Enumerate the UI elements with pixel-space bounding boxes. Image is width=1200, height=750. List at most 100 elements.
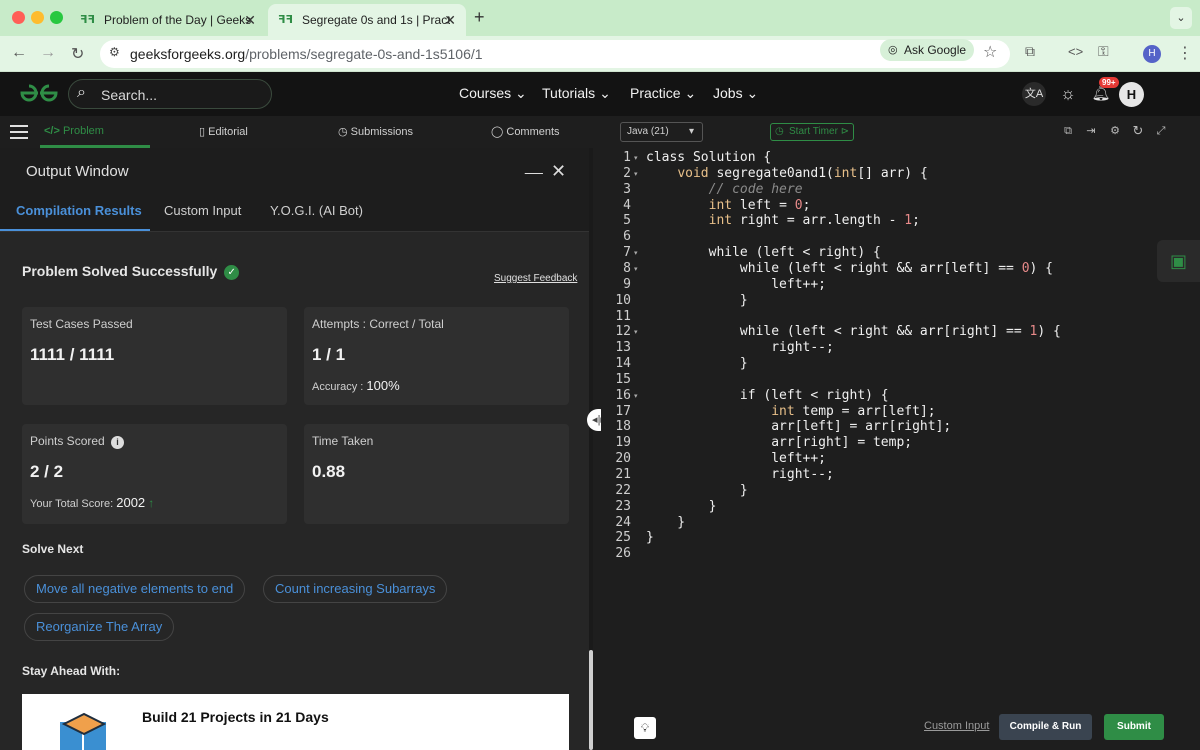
gfg-logo[interactable] (18, 82, 60, 110)
suggest-feedback-link[interactable]: Suggest Feedback (494, 273, 577, 284)
code-line[interactable]: // code here (646, 182, 803, 197)
tab-compilation-results[interactable]: Compilation Results (16, 203, 142, 218)
chat-icon[interactable]: ▣ (1157, 240, 1200, 282)
code-line[interactable]: left++; (646, 451, 826, 466)
line-number: 8 (623, 260, 631, 276)
back-arrow-icon[interactable]: ← (11, 44, 27, 62)
upload-icon[interactable]: ⇥ (1084, 124, 1098, 138)
stay-ahead-heading: Stay Ahead With: (22, 664, 121, 678)
custom-input-link[interactable]: Custom Input (924, 720, 989, 732)
line-number: 23 (615, 498, 631, 514)
tab-problem[interactable]: </> Problem (44, 125, 104, 137)
code-line[interactable]: right--; (646, 467, 834, 482)
lightbulb-icon[interactable]: 💡︎ (634, 717, 656, 739)
browser-tab-active[interactable]: ꟻꟻ Segregate 0s and 1s | Practice | Geek… (268, 4, 466, 36)
code-area[interactable]: class Solution { void segregate0and1(int… (643, 148, 1200, 722)
code-line[interactable]: } (646, 499, 717, 514)
reload-icon[interactable]: ↻ (71, 44, 84, 64)
code-line[interactable]: class Solution { (646, 150, 771, 165)
site-info-icon[interactable]: ⚙ (109, 45, 120, 59)
code-line[interactable]: int temp = arr[left]; (646, 404, 935, 419)
fold-arrow-icon[interactable]: ▾ (634, 392, 638, 400)
info-icon[interactable]: i (111, 436, 125, 449)
hamburger-menu-icon[interactable] (10, 125, 28, 139)
nav-jobs[interactable]: Jobs ⌄ (713, 85, 758, 102)
start-timer-button[interactable]: ◷ Start Timer ⊳ (770, 123, 855, 141)
user-avatar[interactable]: H (1119, 82, 1144, 107)
code-line[interactable]: } (646, 356, 748, 371)
fold-arrow-icon[interactable]: ▾ (634, 154, 638, 162)
code-line[interactable]: while (left < right && arr[right] == 1) … (646, 324, 1061, 339)
browser-toolbar: ← → ↻ ⚙ geeksforgeeks.org/problems/segre… (0, 36, 1200, 72)
nav-practice[interactable]: Practice ⌄ (630, 85, 696, 102)
devtools-code-icon[interactable]: <> (1068, 44, 1083, 59)
tab-submissions[interactable]: ◷ Submissions (338, 125, 413, 138)
code-line[interactable]: while (left < right && arr[left] == 0) { (646, 261, 1053, 276)
tab-custom-input[interactable]: Custom Input (164, 203, 241, 218)
code-line[interactable]: arr[right] = temp; (646, 435, 912, 450)
forward-arrow-icon[interactable]: → (40, 44, 56, 62)
total-score-row: Your Total Score: 2002 ↑ (30, 495, 154, 510)
chevron-down-icon: ⌄ (746, 85, 759, 101)
solve-next-link[interactable]: Move all negative elements to end (24, 575, 246, 603)
code-line[interactable]: if (left < right) { (646, 388, 889, 403)
language-select[interactable]: Java (21) ▾ (620, 122, 703, 142)
tab-yogi-bot[interactable]: Y.O.G.I. (AI Bot) (270, 203, 363, 218)
compile-run-button[interactable]: Compile & Run (999, 714, 1092, 740)
code-line[interactable]: arr[left] = arr[right]; (646, 419, 951, 434)
maximize-window-button[interactable] (50, 11, 63, 24)
theme-sun-icon[interactable]: ☼ (1056, 82, 1080, 106)
code-line[interactable]: left++; (646, 277, 826, 292)
password-key-icon[interactable]: ⚿ (1098, 43, 1109, 60)
solve-next-link[interactable]: Reorganize The Array (24, 613, 175, 641)
submit-button[interactable]: Submit (1104, 714, 1164, 740)
code-line[interactable]: } (646, 483, 748, 498)
tab-search-chevron-icon[interactable]: ⌄ (1170, 7, 1192, 29)
code-line[interactable]: while (left < right) { (646, 245, 881, 260)
fold-arrow-icon[interactable]: ▾ (634, 170, 638, 178)
fold-arrow-icon[interactable]: ▾ (634, 249, 638, 257)
translate-icon[interactable]: 文A (1022, 82, 1046, 106)
line-number: 12 (615, 324, 631, 340)
search-input[interactable]: ⌕ Search... (68, 79, 272, 109)
code-line[interactable]: } (646, 293, 748, 308)
settings-gear-icon[interactable]: ⚙ (1108, 124, 1122, 138)
code-line[interactable]: } (646, 515, 685, 530)
bookmark-star-icon[interactable]: ☆ (983, 42, 997, 62)
copy-icon[interactable]: ⧉ (1061, 124, 1075, 138)
profile-avatar[interactable]: H (1143, 45, 1161, 63)
new-tab-button[interactable]: + (474, 7, 485, 28)
close-tab-icon[interactable]: ✕ (444, 12, 456, 29)
browser-menu-icon[interactable]: ⋮ (1177, 43, 1193, 63)
nav-courses[interactable]: Courses ⌄ (459, 85, 527, 102)
code-line[interactable]: right--; (646, 340, 834, 355)
solve-next-link[interactable]: Count increasing Subarrays (263, 575, 448, 603)
reset-icon[interactable]: ↻ (1131, 124, 1145, 138)
minimize-output-icon[interactable]: __ (525, 158, 543, 176)
fold-arrow-icon[interactable]: ▾ (634, 328, 638, 336)
extensions-icon[interactable]: ⧉ (1025, 43, 1035, 60)
fold-arrow-icon[interactable]: ▾ (634, 265, 638, 273)
line-number: 16 (615, 387, 631, 403)
fullscreen-icon[interactable]: ⤢ (1154, 124, 1168, 138)
close-window-button[interactable] (12, 11, 25, 24)
tab-comments[interactable]: ◯ Comments (491, 125, 560, 138)
browser-tab-potd[interactable]: ꟻꟻ Problem of the Day | GeeksforGeeks ✕ (70, 4, 266, 36)
code-line[interactable]: } (646, 530, 654, 545)
address-bar[interactable]: ⚙ geeksforgeeks.org/problems/segregate-0… (100, 40, 1010, 68)
time-label: Time Taken (312, 434, 374, 448)
ask-google-button[interactable]: ◎ Ask Google (880, 39, 975, 61)
google-lens-icon: ◎ (888, 44, 898, 56)
panel-splitter[interactable] (593, 116, 601, 750)
total-score-value: 2002 (116, 495, 146, 510)
promo-banner[interactable]: Build 21 Projects in 21 Days (22, 694, 569, 750)
minimize-window-button[interactable] (31, 11, 44, 24)
close-output-icon[interactable]: ✕ (551, 161, 566, 182)
close-tab-icon[interactable]: ✕ (244, 12, 256, 29)
nav-tutorials[interactable]: Tutorials ⌄ (542, 85, 611, 102)
code-line[interactable]: void segregate0and1(int[] arr) { (646, 166, 927, 181)
tab-editorial[interactable]: ▯ Editorial (199, 125, 248, 138)
code-line[interactable]: int right = arr.length - 1; (646, 213, 920, 228)
chevron-down-icon: ⌄ (684, 85, 697, 101)
code-line[interactable]: int left = 0; (646, 198, 811, 213)
